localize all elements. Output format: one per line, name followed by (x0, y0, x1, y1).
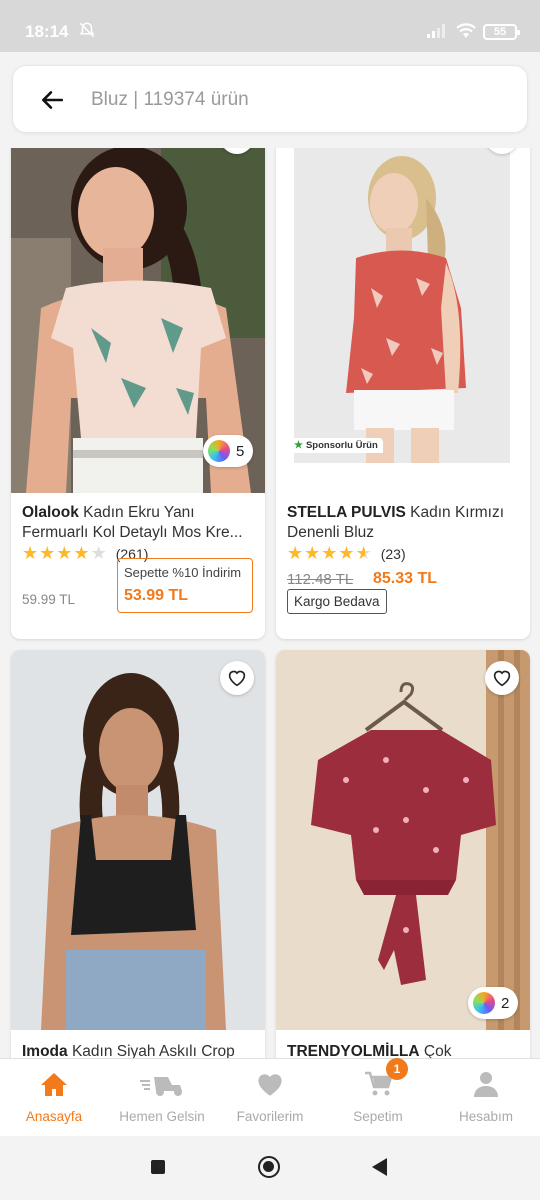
favorite-button[interactable] (220, 661, 254, 695)
product-title[interactable]: TRENDYOLMİLLA Çok (287, 1042, 523, 1058)
star-half-icon: ★ (355, 543, 372, 563)
star-icon: ★ (73, 543, 90, 563)
status-time: 18:14 (25, 22, 69, 41)
heart-outline-icon (228, 670, 246, 687)
color-palette-icon (208, 440, 230, 462)
nav-label: Favorilerim (236, 1109, 304, 1124)
product-brand: TRENDYOLMİLLA (287, 1043, 420, 1058)
nav-item-account[interactable]: Hesabım (432, 1059, 540, 1137)
star-icon: ★ (304, 543, 321, 563)
product-image[interactable] (11, 650, 265, 1030)
delivery-scooter-icon (140, 1077, 182, 1096)
variant-count: 5 (236, 442, 245, 460)
favorite-button[interactable] (485, 661, 519, 695)
basket-price: 53.99 TL (124, 587, 189, 604)
product-image[interactable] (276, 650, 530, 1030)
battery-indicator: 55 (483, 24, 520, 40)
bottom-navigation: Anasayfa Hemen Gelsin Favorilerim Sepeti… (0, 1058, 540, 1136)
back-arrow-icon[interactable] (39, 87, 65, 113)
nav-item-hemen-gelsin[interactable]: Hemen Gelsin (108, 1059, 216, 1137)
home-button[interactable] (258, 1156, 280, 1178)
product-title[interactable]: Imoda Kadın Siyah Askılı Crop (22, 1042, 258, 1058)
sponsored-text: Sponsorlu Ürün (305, 440, 378, 451)
system-navigation-bar (0, 1136, 540, 1200)
nav-item-favorites[interactable]: Favorilerim (216, 1059, 324, 1137)
nav-label: Hemen Gelsin (119, 1109, 205, 1124)
original-price: 59.99 TL (22, 592, 76, 607)
product-brand: Olalook (22, 504, 79, 521)
cart-count-badge: 1 (386, 1058, 408, 1080)
signal-icon (427, 24, 445, 38)
user-icon (474, 1072, 498, 1097)
product-card[interactable]: 5 Olalook Kadın Ekru Yanı Fermuarlı Kol … (11, 148, 265, 639)
sponsor-star-icon: ★ (294, 440, 303, 451)
product-title[interactable]: STELLA PULVIS Kadın Kırmızı Denenli Bluz (287, 503, 523, 543)
search-bar[interactable]: Bluz | 119374 ürün (12, 65, 528, 133)
variant-count: 2 (501, 994, 510, 1012)
product-name: Kadın Siyah Askılı Crop (67, 1043, 235, 1058)
nav-label: Anasayfa (25, 1109, 83, 1124)
color-palette-icon (473, 992, 495, 1014)
color-variant-badge[interactable]: 5 (203, 435, 254, 467)
search-header: Bluz | 119374 ürün (0, 52, 540, 148)
product-title[interactable]: Olalook Kadın Ekru Yanı Fermuarlı Kol De… (22, 503, 258, 543)
star-icon: ★ (39, 543, 56, 563)
star-icon: ★ (22, 543, 39, 563)
system-back-button[interactable] (372, 1158, 387, 1176)
sponsored-label: ★ Sponsorlu Ürün (289, 438, 383, 453)
product-brand: STELLA PULVIS (287, 504, 406, 521)
free-shipping-badge: Kargo Bedava (287, 589, 387, 614)
notifications-off-icon (79, 22, 95, 38)
product-name: Çok (419, 1043, 452, 1058)
status-bar: 18:14 55 (0, 0, 540, 52)
color-variant-badge[interactable]: 2 (468, 987, 519, 1019)
rating-stars: ★ ★ ★ ★ ★ (23) (287, 543, 406, 564)
review-count: (23) (380, 545, 406, 562)
heart-icon (258, 1074, 282, 1096)
product-card[interactable]: 2 TRENDYOLMİLLA Çok (276, 650, 530, 1058)
star-icon: ★ (321, 543, 338, 563)
nav-label: Hesabım (458, 1109, 514, 1124)
product-grid: 5 Olalook Kadın Ekru Yanı Fermuarlı Kol … (0, 148, 540, 1058)
search-query-text[interactable]: Bluz | 119374 ürün (91, 89, 249, 111)
product-brand: Imoda (22, 1043, 68, 1058)
star-icon: ★ (287, 543, 304, 563)
star-empty-icon: ★ (90, 543, 107, 563)
discounted-price: 85.33 TL (373, 570, 438, 587)
product-card[interactable]: ★ Sponsorlu Ürün STELLA PULVIS Kadın Kır… (276, 148, 530, 639)
home-icon (41, 1073, 67, 1096)
recent-apps-button[interactable] (151, 1160, 165, 1174)
star-icon: ★ (56, 543, 73, 563)
wifi-icon (456, 23, 476, 38)
star-icon: ★ (338, 543, 355, 563)
nav-item-home[interactable]: Anasayfa (0, 1059, 108, 1137)
nav-item-cart[interactable]: Sepetim (324, 1059, 432, 1137)
basket-discount-box: Sepette %10 İndirim 53.99 TL (117, 558, 253, 613)
product-card[interactable]: Imoda Kadın Siyah Askılı Crop (11, 650, 265, 1058)
original-price: 112.48 TL (287, 571, 354, 588)
heart-outline-icon (493, 670, 511, 687)
basket-discount-label: Sepette %10 İndirim (124, 565, 242, 580)
nav-label: Sepetim (353, 1109, 403, 1124)
